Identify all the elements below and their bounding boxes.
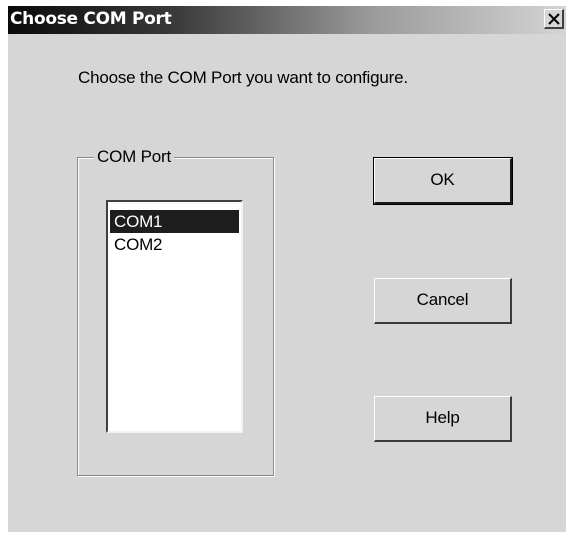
window-title: Choose COM Port: [10, 9, 172, 29]
instruction-text: Choose the COM Port you want to configur…: [78, 68, 408, 87]
com-port-group-label: COM Port: [94, 147, 174, 167]
close-button[interactable]: [544, 9, 564, 29]
ok-button[interactable]: OK: [373, 157, 513, 205]
title-bar[interactable]: Choose COM Port: [8, 6, 566, 34]
list-item-com1[interactable]: COM1: [110, 210, 239, 233]
help-button[interactable]: Help: [374, 396, 512, 442]
close-icon: [548, 13, 560, 25]
cancel-button[interactable]: Cancel: [374, 278, 512, 324]
list-item-com2[interactable]: COM2: [110, 233, 239, 256]
com-port-listbox[interactable]: COM1 COM2: [106, 200, 243, 433]
choose-com-port-dialog: Choose COM Port Choose the COM Port you …: [8, 6, 566, 532]
